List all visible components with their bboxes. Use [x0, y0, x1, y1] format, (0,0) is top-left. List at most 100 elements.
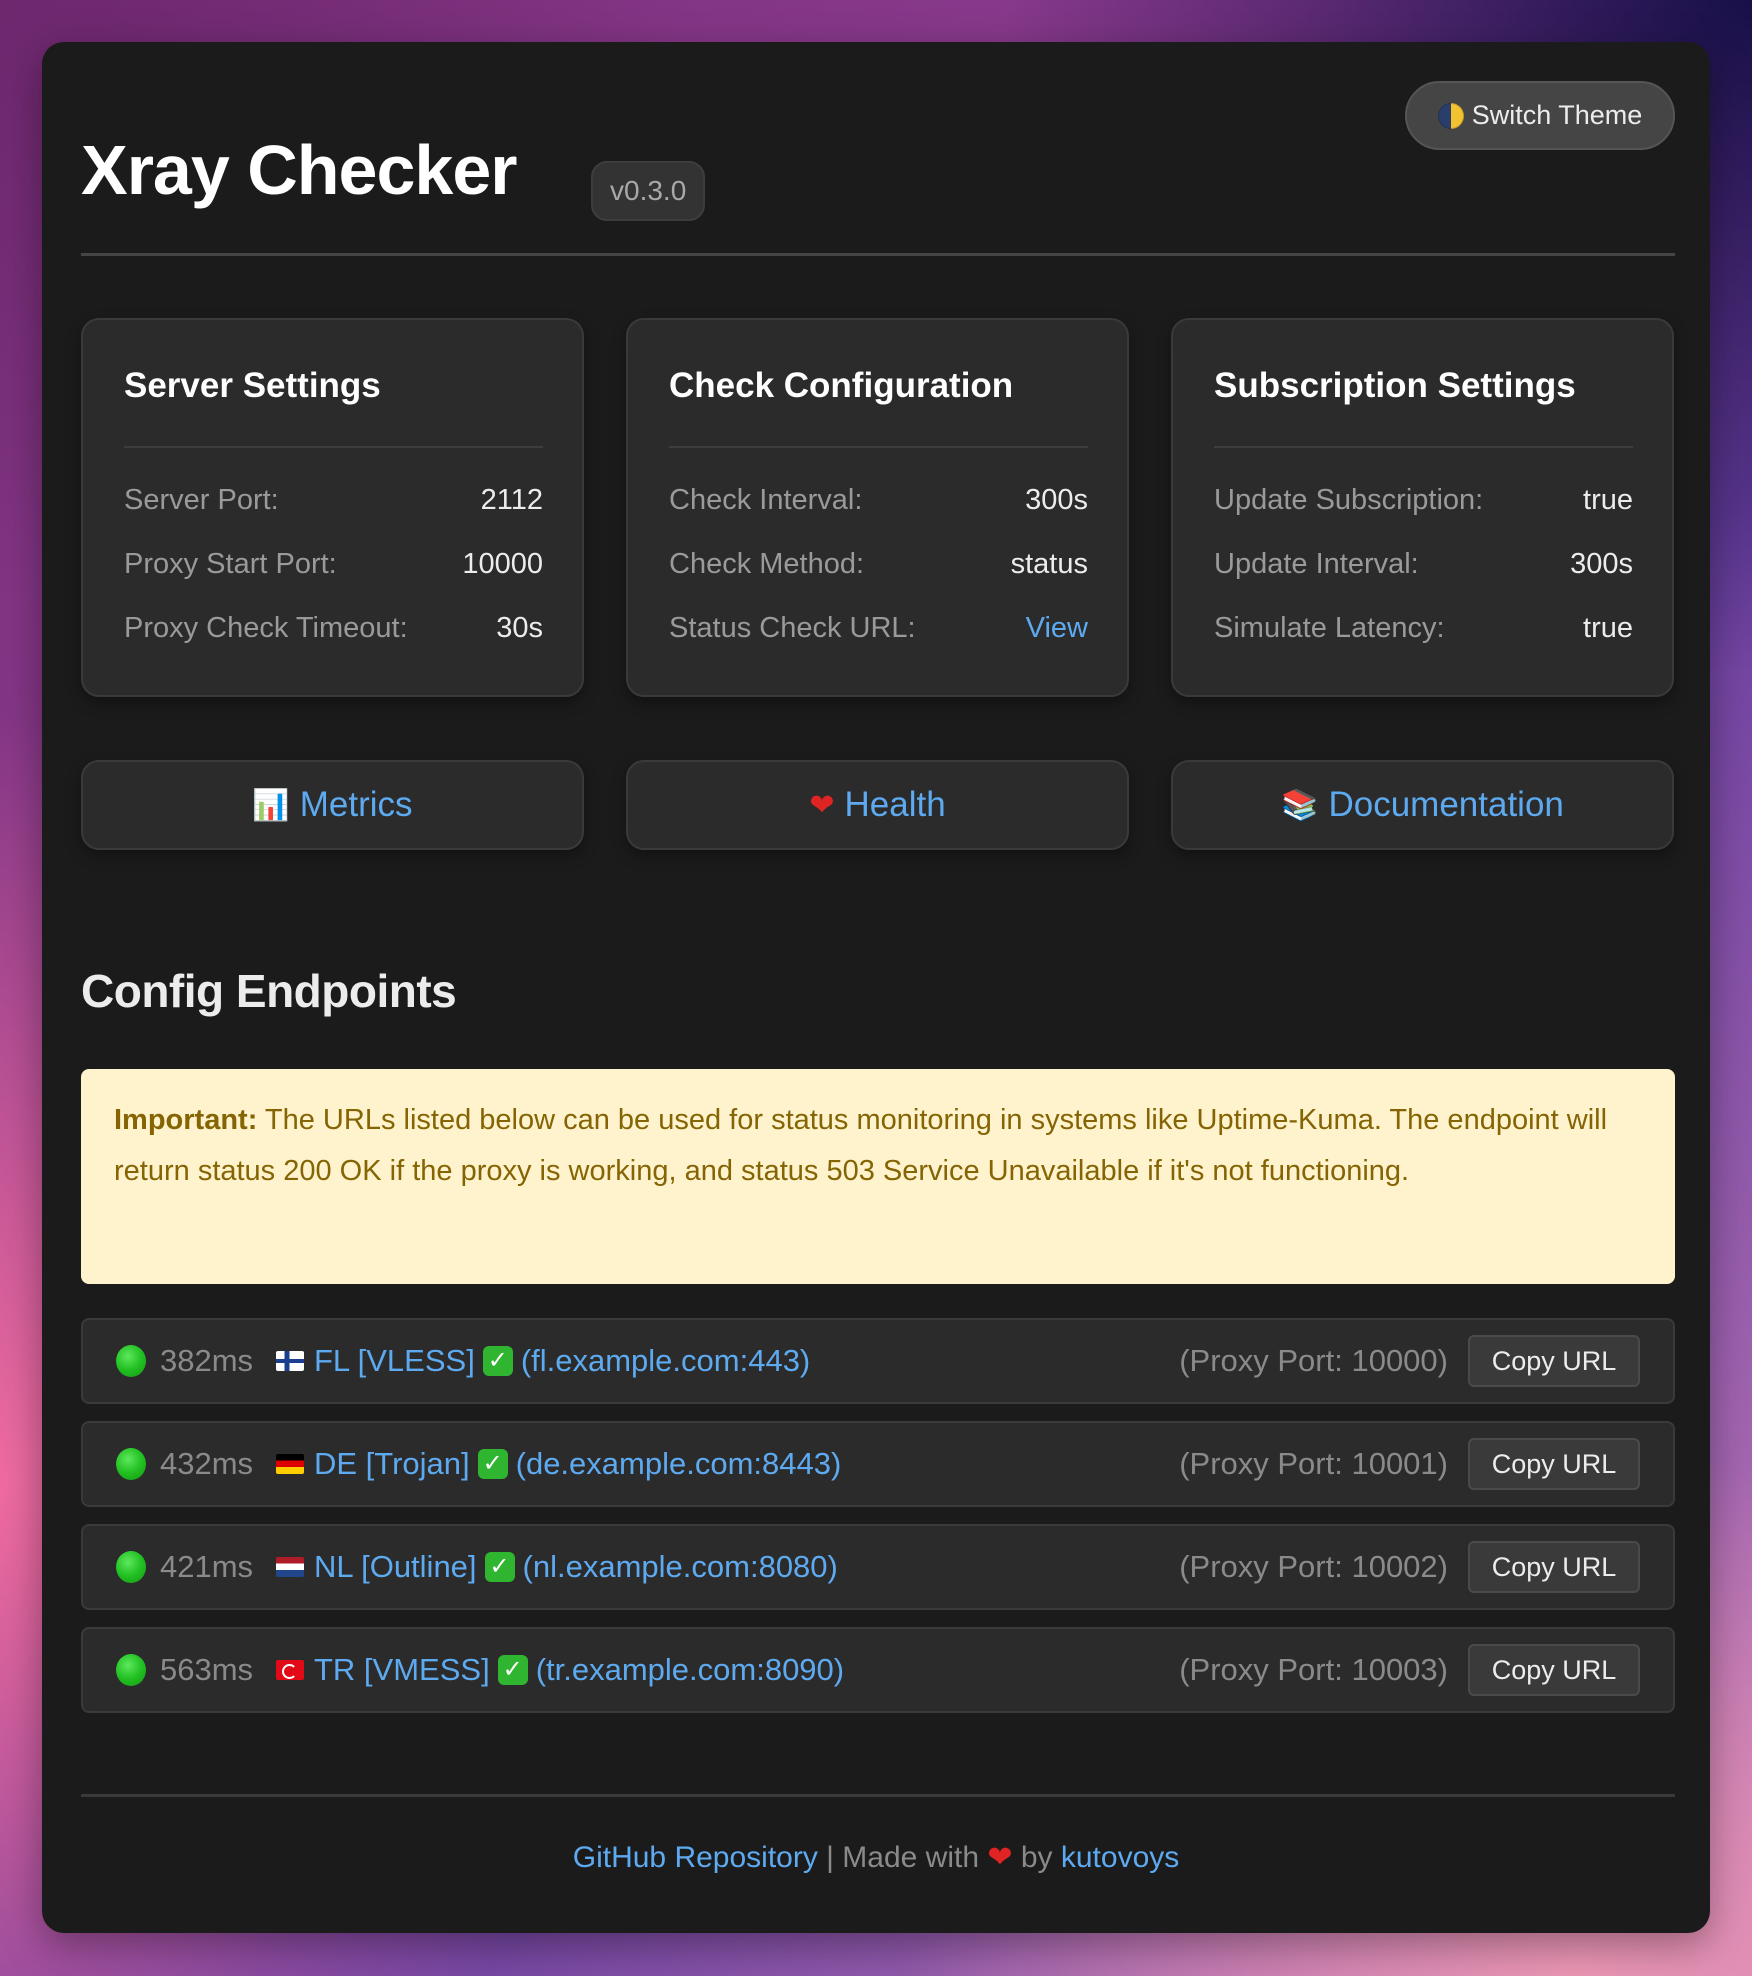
copy-url-button[interactable]: Copy URL [1468, 1541, 1640, 1593]
card-divider [124, 446, 543, 448]
endpoint-host: (de.example.com:8443) [515, 1446, 842, 1481]
latency: 421ms [160, 1549, 254, 1584]
endpoint-name: DE [Trojan] [314, 1446, 470, 1481]
setting-label: Status Check URL: [669, 611, 916, 644]
card-divider [669, 446, 1088, 448]
latency: 382ms [160, 1343, 254, 1378]
status-online-icon [116, 1448, 146, 1480]
health-link[interactable]: ❤ Health [626, 760, 1129, 850]
setting-value: 30s [496, 611, 543, 644]
setting-row-update-subscription: Update Subscription: true [1214, 468, 1633, 532]
metrics-link-label: Metrics [299, 785, 413, 824]
github-repository-link[interactable]: GitHub Repository [573, 1841, 818, 1874]
endpoint-host: (nl.example.com:8080) [522, 1549, 838, 1584]
notice-text: The URLs listed below can be used for st… [114, 1104, 1608, 1187]
setting-row-status-check-url: Status Check URL: View [669, 596, 1088, 660]
endpoint-link[interactable]: FL [VLESS] ✓ (fl.example.com:443) [276, 1343, 810, 1379]
documentation-link[interactable]: 📚 Documentation [1171, 760, 1674, 850]
latency: 432ms [160, 1446, 254, 1481]
setting-label: Check Interval: [669, 483, 863, 516]
germany-flag-icon [276, 1454, 304, 1474]
important-notice: Important: The URLs listed below can be … [81, 1069, 1675, 1284]
setting-label: Server Port: [124, 483, 279, 516]
heart-icon: ❤ [987, 1841, 1013, 1874]
setting-label: Update Interval: [1214, 547, 1419, 580]
config-endpoints-heading: Config Endpoints [81, 965, 457, 1017]
check-mark-icon: ✓ [477, 1449, 508, 1479]
setting-label: Proxy Start Port: [124, 547, 337, 580]
footer-made-with: | Made with [817, 1841, 988, 1874]
turkey-flag-icon [276, 1660, 304, 1680]
page-title: Xray Checker [81, 131, 518, 209]
setting-row-update-interval: Update Interval: 300s [1214, 532, 1633, 596]
check-mark-icon: ✓ [484, 1552, 515, 1582]
endpoint-host: (fl.example.com:443) [520, 1343, 811, 1378]
setting-value: true [1583, 483, 1633, 516]
switch-theme-button[interactable]: Switch Theme [1405, 81, 1675, 150]
endpoint-link[interactable]: DE [Trojan] ✓ (de.example.com:8443) [276, 1446, 841, 1482]
books-icon: 📚 [1281, 787, 1319, 823]
finland-flag-icon [276, 1351, 304, 1371]
switch-theme-label: Switch Theme [1471, 100, 1643, 130]
card-title: Check Configuration [669, 366, 1014, 405]
endpoint-link[interactable]: NL [Outline] ✓ (nl.example.com:8080) [276, 1549, 838, 1585]
footer: GitHub Repository | Made with ❤ by kutov… [42, 1840, 1710, 1875]
setting-row-server-port: Server Port: 2112 [124, 468, 543, 532]
heart-icon: ❤ [809, 787, 835, 823]
endpoint-host: (tr.example.com:8090) [535, 1652, 845, 1687]
setting-value: true [1583, 611, 1633, 644]
copy-url-button[interactable]: Copy URL [1468, 1644, 1640, 1696]
check-mark-icon: ✓ [482, 1346, 513, 1376]
metrics-link[interactable]: 📊 Metrics [81, 760, 584, 850]
subscription-settings-card: Subscription Settings Update Subscriptio… [1171, 318, 1674, 697]
setting-row-check-interval: Check Interval: 300s [669, 468, 1088, 532]
proxy-port: (Proxy Port: 10002) [1179, 1549, 1448, 1584]
setting-value: status [1010, 547, 1088, 580]
header: Xray Checker v0.3.0 Switch Theme [81, 42, 1675, 258]
header-divider [81, 253, 1675, 256]
status-online-icon [116, 1654, 146, 1686]
setting-label: Simulate Latency: [1214, 611, 1445, 644]
card-title: Subscription Settings [1214, 366, 1576, 405]
server-settings-card: Server Settings Server Port: 2112 Proxy … [81, 318, 584, 697]
endpoint-row: 421ms NL [Outline] ✓ (nl.example.com:808… [81, 1524, 1675, 1610]
proxy-port: (Proxy Port: 10001) [1179, 1446, 1448, 1481]
bar-chart-icon: 📊 [252, 787, 290, 823]
version-badge: v0.3.0 [591, 161, 706, 221]
netherlands-flag-icon [276, 1557, 304, 1577]
setting-label: Proxy Check Timeout: [124, 611, 408, 644]
card-title: Server Settings [124, 366, 381, 405]
footer-by: by [1012, 1841, 1061, 1874]
endpoint-name: TR [VMESS] [314, 1652, 490, 1687]
author-link[interactable]: kutovoys [1061, 1841, 1179, 1874]
endpoint-row: 563ms TR [VMESS] ✓ (tr.example.com:8090)… [81, 1627, 1675, 1713]
status-online-icon [116, 1345, 146, 1377]
footer-divider [81, 1794, 1675, 1797]
half-moon-icon [1437, 102, 1464, 129]
health-link-label: Health [844, 785, 946, 824]
setting-value: 10000 [462, 547, 543, 580]
latency: 563ms [160, 1652, 254, 1687]
setting-row-simulate-latency: Simulate Latency: true [1214, 596, 1633, 660]
endpoint-row: 382ms FL [VLESS] ✓ (fl.example.com:443) … [81, 1318, 1675, 1404]
check-mark-icon: ✓ [497, 1655, 528, 1685]
check-configuration-card: Check Configuration Check Interval: 300s… [626, 318, 1129, 697]
quick-links: 📊 Metrics ❤ Health 📚 Documentation [81, 760, 1675, 850]
main-container: Xray Checker v0.3.0 Switch Theme Server … [42, 42, 1710, 1933]
endpoint-link[interactable]: TR [VMESS] ✓ (tr.example.com:8090) [276, 1652, 844, 1688]
endpoint-name: NL [Outline] [314, 1549, 477, 1584]
status-check-url-view-link[interactable]: View [1026, 612, 1088, 645]
setting-value: 300s [1570, 547, 1633, 580]
notice-strong: Important: [114, 1104, 258, 1136]
status-online-icon [116, 1551, 146, 1583]
setting-row-proxy-start-port: Proxy Start Port: 10000 [124, 532, 543, 596]
setting-row-check-method: Check Method: status [669, 532, 1088, 596]
endpoint-list: 382ms FL [VLESS] ✓ (fl.example.com:443) … [81, 1318, 1675, 1730]
copy-url-button[interactable]: Copy URL [1468, 1335, 1640, 1387]
copy-url-button[interactable]: Copy URL [1468, 1438, 1640, 1490]
endpoint-row: 432ms DE [Trojan] ✓ (de.example.com:8443… [81, 1421, 1675, 1507]
setting-label: Update Subscription: [1214, 483, 1484, 516]
proxy-port: (Proxy Port: 10003) [1179, 1652, 1448, 1687]
setting-value: 300s [1025, 483, 1088, 516]
setting-label: Check Method: [669, 547, 865, 580]
